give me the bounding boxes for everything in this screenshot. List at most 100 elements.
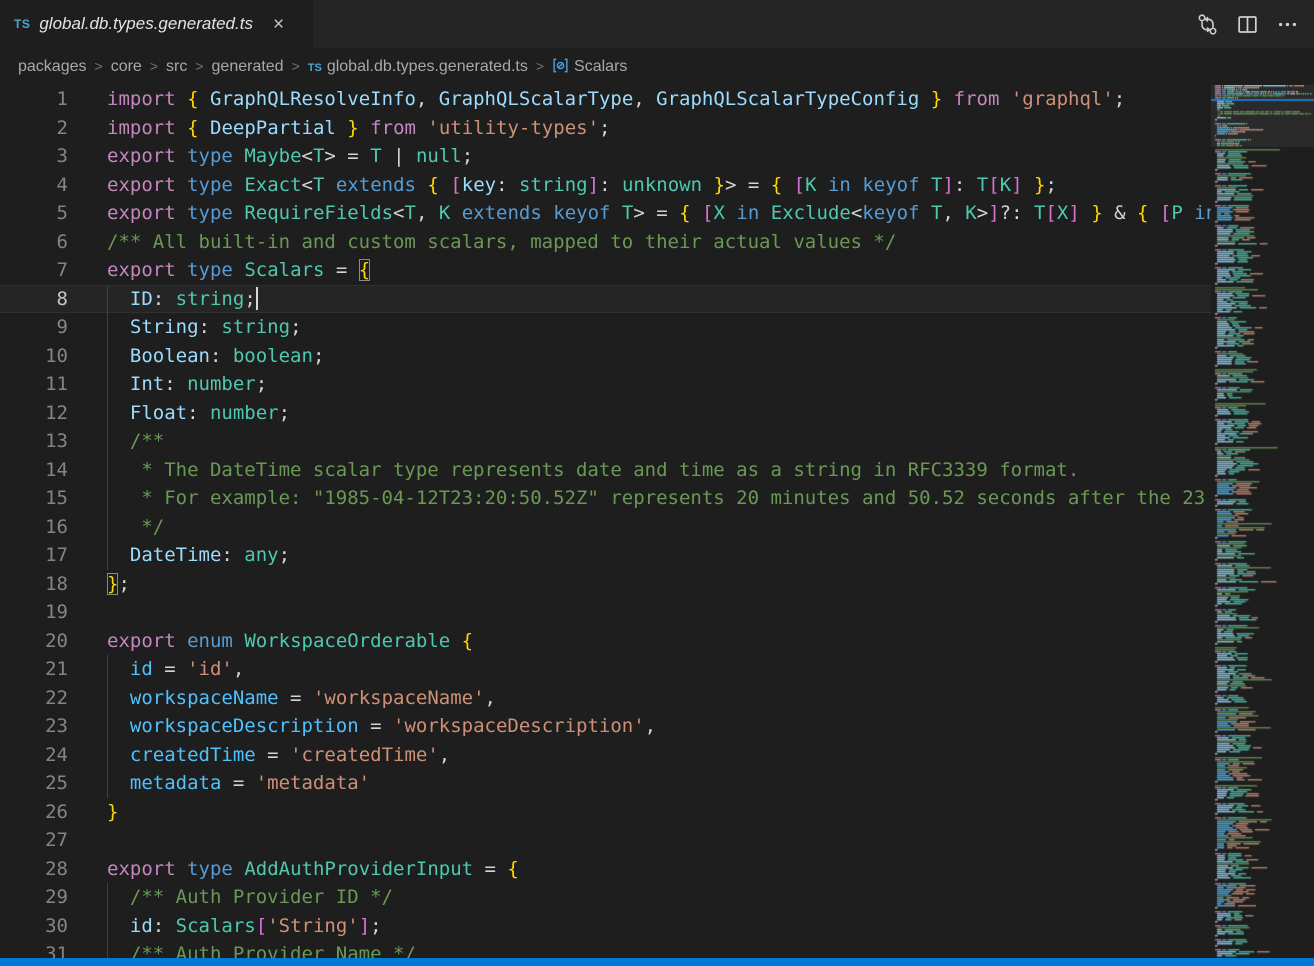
breadcrumb-item-core[interactable]: core <box>111 58 142 76</box>
code-line[interactable]: 7export type Scalars = { <box>0 256 1211 285</box>
line-number[interactable]: 10 <box>0 342 90 371</box>
line-number[interactable]: 6 <box>0 228 90 257</box>
code-text: }; <box>90 570 1211 599</box>
text-cursor <box>256 287 258 310</box>
line-number[interactable]: 24 <box>0 741 90 770</box>
line-number[interactable]: 7 <box>0 256 90 285</box>
line-number[interactable]: 9 <box>0 313 90 342</box>
line-number[interactable]: 18 <box>0 570 90 599</box>
line-number[interactable]: 19 <box>0 598 90 627</box>
breadcrumb-item-src[interactable]: src <box>166 58 187 76</box>
line-number[interactable]: 15 <box>0 484 90 513</box>
breadcrumb-item-generated[interactable]: generated <box>212 58 284 76</box>
code-text: id: Scalars['String']; <box>90 912 1211 941</box>
line-number[interactable]: 21 <box>0 655 90 684</box>
line-number[interactable]: 14 <box>0 456 90 485</box>
code-line[interactable]: 28export type AddAuthProviderInput = { <box>0 855 1211 884</box>
code-text: export type Scalars = { <box>90 256 1211 285</box>
code-line[interactable]: 13 /** <box>0 427 1211 456</box>
code-line[interactable]: 29 /** Auth Provider ID */ <box>0 883 1211 912</box>
code-line[interactable]: 19 <box>0 598 1211 627</box>
code-text: DateTime: any; <box>90 541 1211 570</box>
minimap[interactable] <box>1211 85 1314 958</box>
code-text: /** <box>90 427 1211 456</box>
breadcrumb: packages>core>src>generated>TSglobal.db.… <box>0 48 1314 85</box>
typescript-file-icon: TS <box>14 17 30 31</box>
breadcrumb-label: packages <box>18 58 87 75</box>
code-text: id = 'id', <box>90 655 1211 684</box>
code-line[interactable]: 11 Int: number; <box>0 370 1211 399</box>
line-number[interactable]: 4 <box>0 171 90 200</box>
code-text: } <box>90 798 1211 827</box>
code-editor[interactable]: 1import { GraphQLResolveInfo, GraphQLSca… <box>0 85 1314 958</box>
line-number[interactable]: 28 <box>0 855 90 884</box>
code-text: createdTime = 'createdTime', <box>90 741 1211 770</box>
code-text: import { DeepPartial } from 'utility-typ… <box>90 114 1211 143</box>
tab-strip-empty <box>313 0 1192 48</box>
code-line[interactable]: 1import { GraphQLResolveInfo, GraphQLSca… <box>0 85 1211 114</box>
line-number[interactable]: 12 <box>0 399 90 428</box>
code-line[interactable]: 30 id: Scalars['String']; <box>0 912 1211 941</box>
code-line[interactable]: 2import { DeepPartial } from 'utility-ty… <box>0 114 1211 143</box>
code-line[interactable]: 3export type Maybe<T> = T | null; <box>0 142 1211 171</box>
code-line[interactable]: 10 Boolean: boolean; <box>0 342 1211 371</box>
line-number[interactable]: 2 <box>0 114 90 143</box>
code-line[interactable]: 15 * For example: "1985-04-12T23:20:50.5… <box>0 484 1211 513</box>
line-number[interactable]: 26 <box>0 798 90 827</box>
line-number[interactable]: 20 <box>0 627 90 656</box>
code-line[interactable]: 17 DateTime: any; <box>0 541 1211 570</box>
line-number[interactable]: 31 <box>0 940 90 958</box>
line-number[interactable]: 30 <box>0 912 90 941</box>
breadcrumb-item-global-db-types-generated-ts[interactable]: TSglobal.db.types.generated.ts <box>308 58 528 76</box>
tab-close-icon[interactable]: × <box>270 14 287 35</box>
line-number[interactable]: 16 <box>0 513 90 542</box>
line-number[interactable]: 1 <box>0 85 90 114</box>
line-number[interactable]: 25 <box>0 769 90 798</box>
code-line[interactable]: 14 * The DateTime scalar type represents… <box>0 456 1211 485</box>
code-text <box>90 826 1211 855</box>
line-number[interactable]: 8 <box>0 285 90 314</box>
code-line[interactable]: 24 createdTime = 'createdTime', <box>0 741 1211 770</box>
code-line[interactable]: 12 Float: number; <box>0 399 1211 428</box>
code-text: /** Auth Provider Name */ <box>90 940 1211 958</box>
tab-label: global.db.types.generated.ts <box>39 14 253 34</box>
breadcrumb-item-scalars[interactable]: Scalars <box>552 57 627 76</box>
breadcrumb-label: generated <box>212 58 284 75</box>
code-line[interactable]: 16 */ <box>0 513 1211 542</box>
split-editor-icon[interactable] <box>1232 9 1262 39</box>
open-changes-icon[interactable] <box>1192 9 1222 39</box>
line-number[interactable]: 5 <box>0 199 90 228</box>
minimap-canvas[interactable] <box>1211 85 1314 958</box>
code-line[interactable]: 6/** All built-in and custom scalars, ma… <box>0 228 1211 257</box>
line-number[interactable]: 17 <box>0 541 90 570</box>
code-text: * The DateTime scalar type represents da… <box>90 456 1211 485</box>
code-lines-area[interactable]: 1import { GraphQLResolveInfo, GraphQLSca… <box>0 85 1211 958</box>
breadcrumb-chevron-icon: > <box>150 58 158 74</box>
code-line[interactable]: 27 <box>0 826 1211 855</box>
code-text: Float: number; <box>90 399 1211 428</box>
code-line[interactable]: 26} <box>0 798 1211 827</box>
code-line[interactable]: 21 id = 'id', <box>0 655 1211 684</box>
code-line[interactable]: 8 ID: string; <box>0 285 1211 314</box>
code-line[interactable]: 25 metadata = 'metadata' <box>0 769 1211 798</box>
line-number[interactable]: 23 <box>0 712 90 741</box>
code-line[interactable]: 9 String: string; <box>0 313 1211 342</box>
more-actions-icon[interactable] <box>1272 9 1302 39</box>
line-number[interactable]: 29 <box>0 883 90 912</box>
breadcrumb-item-packages[interactable]: packages <box>18 58 87 76</box>
code-line[interactable]: 4export type Exact<T extends { [key: str… <box>0 171 1211 200</box>
line-number[interactable]: 11 <box>0 370 90 399</box>
line-number[interactable]: 22 <box>0 684 90 713</box>
code-line[interactable]: 20export enum WorkspaceOrderable { <box>0 627 1211 656</box>
code-line[interactable]: 23 workspaceDescription = 'workspaceDesc… <box>0 712 1211 741</box>
code-line[interactable]: 31 /** Auth Provider Name */ <box>0 940 1211 958</box>
code-line[interactable]: 18}; <box>0 570 1211 599</box>
line-number[interactable]: 13 <box>0 427 90 456</box>
line-number[interactable]: 3 <box>0 142 90 171</box>
line-number[interactable]: 27 <box>0 826 90 855</box>
tab-global-db-types-generated[interactable]: TS global.db.types.generated.ts × <box>0 0 313 48</box>
indent-guide <box>107 883 108 958</box>
code-text: * For example: "1985-04-12T23:20:50.52Z"… <box>90 484 1211 513</box>
code-line[interactable]: 5export type RequireFields<T, K extends … <box>0 199 1211 228</box>
code-line[interactable]: 22 workspaceName = 'workspaceName', <box>0 684 1211 713</box>
